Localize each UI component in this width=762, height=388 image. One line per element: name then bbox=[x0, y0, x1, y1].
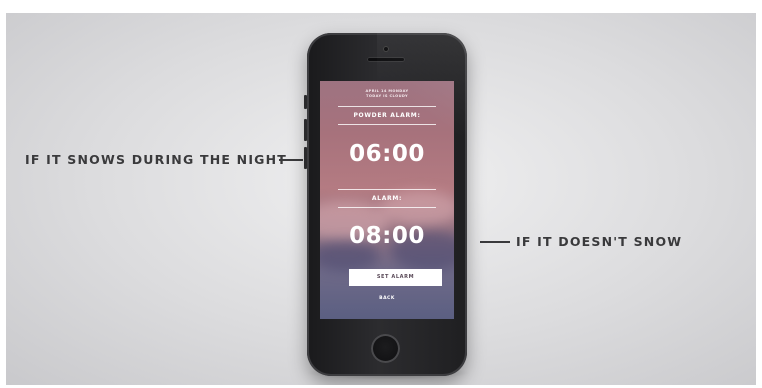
promo-background: IF IT SNOWS DURING THE NIGHT IF IT DOESN… bbox=[6, 13, 756, 385]
mute-switch bbox=[304, 95, 307, 109]
divider bbox=[338, 189, 436, 190]
alarm-label: ALARM: bbox=[371, 195, 403, 202]
phone-device: APRIL 14 MONDAY TODAY IS CLOUDY POWDER A… bbox=[304, 33, 467, 376]
caption-no-snow: IF IT DOESN'T SNOW bbox=[516, 234, 683, 249]
home-button-icon[interactable] bbox=[371, 334, 400, 363]
divider bbox=[338, 207, 436, 208]
caption-snow-dash bbox=[279, 159, 303, 161]
phone-glare bbox=[377, 33, 467, 153]
caption-no-snow-dash bbox=[480, 241, 510, 243]
volume-down-button bbox=[304, 147, 307, 169]
volume-up-button bbox=[304, 119, 307, 141]
caption-snow: IF IT SNOWS DURING THE NIGHT bbox=[25, 152, 288, 167]
back-link[interactable]: BACK bbox=[320, 296, 454, 301]
set-alarm-button[interactable]: SET ALARM bbox=[349, 269, 442, 286]
alarm-time[interactable]: 08:00 bbox=[320, 223, 454, 249]
